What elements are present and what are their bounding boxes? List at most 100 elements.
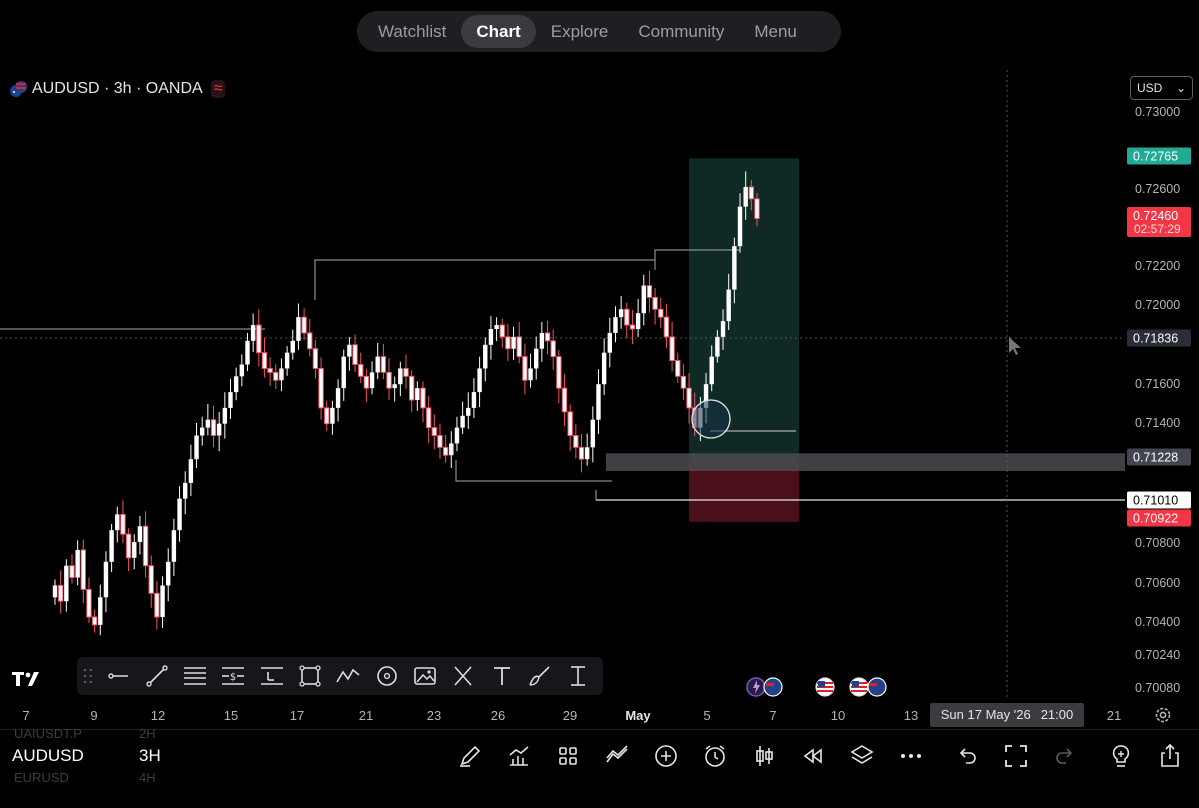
candle — [483, 337, 488, 382]
rectangle-tool[interactable] — [296, 662, 323, 690]
candle — [646, 270, 653, 313]
candle — [194, 422, 199, 468]
candle — [125, 528, 132, 572]
image-tool[interactable] — [411, 662, 438, 690]
alert-button[interactable] — [701, 742, 729, 770]
pitchfork-tool[interactable]: $ — [220, 662, 247, 690]
horizontal-ray-tool[interactable] — [105, 662, 132, 690]
candle-body — [69, 565, 75, 579]
fib-retracement-tool[interactable] — [181, 662, 208, 690]
tab-explore[interactable]: Explore — [536, 15, 624, 48]
time-tick-label: 21 — [1107, 708, 1121, 723]
symbol-header[interactable]: AUDUSD · 3h · OANDA ≈ — [9, 78, 226, 100]
candle-body — [425, 407, 432, 429]
share-button[interactable] — [1156, 742, 1184, 770]
drag-grip-icon[interactable] — [81, 666, 95, 686]
indicator-wave-icon[interactable]: ≈ — [210, 80, 226, 98]
candle-body — [398, 368, 403, 385]
price-chart[interactable]: 0.73000 0.72600 0.72200 0.72000 0.71600 0.714… — [0, 0, 1199, 729]
long-position-tool[interactable] — [258, 662, 285, 690]
candle — [245, 332, 250, 372]
candle-body — [132, 542, 137, 558]
xabcd-pattern-tool[interactable] — [450, 662, 477, 690]
layouts-button[interactable] — [554, 742, 582, 770]
candle — [154, 581, 160, 630]
candle — [539, 321, 545, 362]
event-icons-left[interactable] — [746, 676, 786, 698]
text-icon — [493, 667, 510, 685]
range-low-line — [455, 460, 612, 482]
candle — [511, 326, 516, 361]
brush-tool[interactable] — [526, 662, 553, 690]
candle — [550, 329, 556, 370]
ideas-button[interactable] — [1107, 742, 1135, 770]
more-button[interactable] — [897, 742, 925, 770]
us-event-icon[interactable] — [813, 676, 837, 698]
objects-tree-button[interactable] — [848, 742, 876, 770]
bottom-toolbar: UAIUSDT.P 2H AUDUSD 3H EURUSD 4H — [0, 726, 1199, 808]
compare-button[interactable] — [603, 742, 631, 770]
candle — [171, 518, 177, 576]
candle — [216, 412, 222, 452]
tab-watchlist[interactable]: Watchlist — [363, 15, 461, 48]
price-range-tool[interactable] — [565, 662, 592, 690]
tab-chart[interactable]: Chart — [461, 15, 536, 48]
tab-menu[interactable]: Menu — [739, 15, 812, 48]
add-button[interactable] — [652, 742, 680, 770]
candle — [425, 396, 432, 444]
chart-type-button[interactable] — [750, 742, 778, 770]
target-circle-icon — [376, 666, 397, 686]
ghost-interval-below[interactable]: 4H — [139, 770, 156, 785]
pencil-icon — [460, 745, 481, 767]
candle — [222, 392, 228, 439]
price-badge-label: 0.71010 — [1133, 494, 1178, 508]
candle — [584, 433, 590, 466]
ghost-symbol-below[interactable]: EURUSD — [14, 770, 69, 785]
time-tick-label: 29 — [563, 708, 577, 723]
candle-body — [142, 525, 149, 567]
trend-line-tool[interactable] — [143, 662, 170, 690]
candle — [601, 338, 607, 396]
fullscreen-button[interactable] — [1002, 742, 1030, 770]
indicators-button[interactable] — [505, 742, 533, 770]
ghost-interval-above[interactable]: 2H — [139, 726, 156, 741]
candle-body — [125, 533, 132, 559]
current-interval[interactable]: 3H — [139, 746, 161, 766]
time-tick-label: May — [625, 708, 651, 723]
candle-body — [635, 313, 641, 329]
candle-body — [312, 348, 319, 369]
candle — [183, 471, 188, 515]
current-symbol[interactable]: AUDUSD — [12, 746, 84, 766]
undo-button[interactable] — [953, 742, 981, 770]
ghost-symbol-above[interactable]: UAIUSDT.P — [14, 726, 82, 741]
candle-body — [347, 344, 352, 357]
replay-button[interactable] — [799, 742, 827, 770]
plus-circle-icon — [655, 745, 677, 767]
candle-body — [166, 561, 171, 586]
currency-select[interactable]: USD ⌄ — [1130, 76, 1193, 100]
us-au-event-icons[interactable] — [847, 676, 889, 698]
candle — [75, 540, 80, 586]
draw-button[interactable] — [456, 742, 484, 770]
candle — [69, 554, 75, 584]
candle-body — [222, 407, 228, 424]
price-badge-label: 0.70922 — [1133, 512, 1178, 526]
candle — [103, 551, 109, 613]
tab-community[interactable]: Community — [623, 15, 739, 48]
gear-icon[interactable] — [1153, 705, 1173, 725]
candle — [363, 369, 370, 403]
candle — [652, 288, 658, 325]
candle-body — [715, 336, 720, 357]
text-tool[interactable] — [488, 662, 515, 690]
candle-body — [109, 530, 114, 562]
ellipse-tool[interactable] — [373, 662, 400, 690]
candle-body — [499, 324, 505, 338]
candle — [658, 297, 664, 329]
candle-body — [52, 585, 58, 598]
candle — [449, 431, 454, 468]
candle-body — [675, 360, 681, 377]
redo-button[interactable] — [1051, 742, 1079, 770]
price-badge: 0.72765 — [1127, 147, 1191, 165]
candle-body — [686, 387, 692, 409]
path-tool[interactable] — [335, 662, 362, 690]
